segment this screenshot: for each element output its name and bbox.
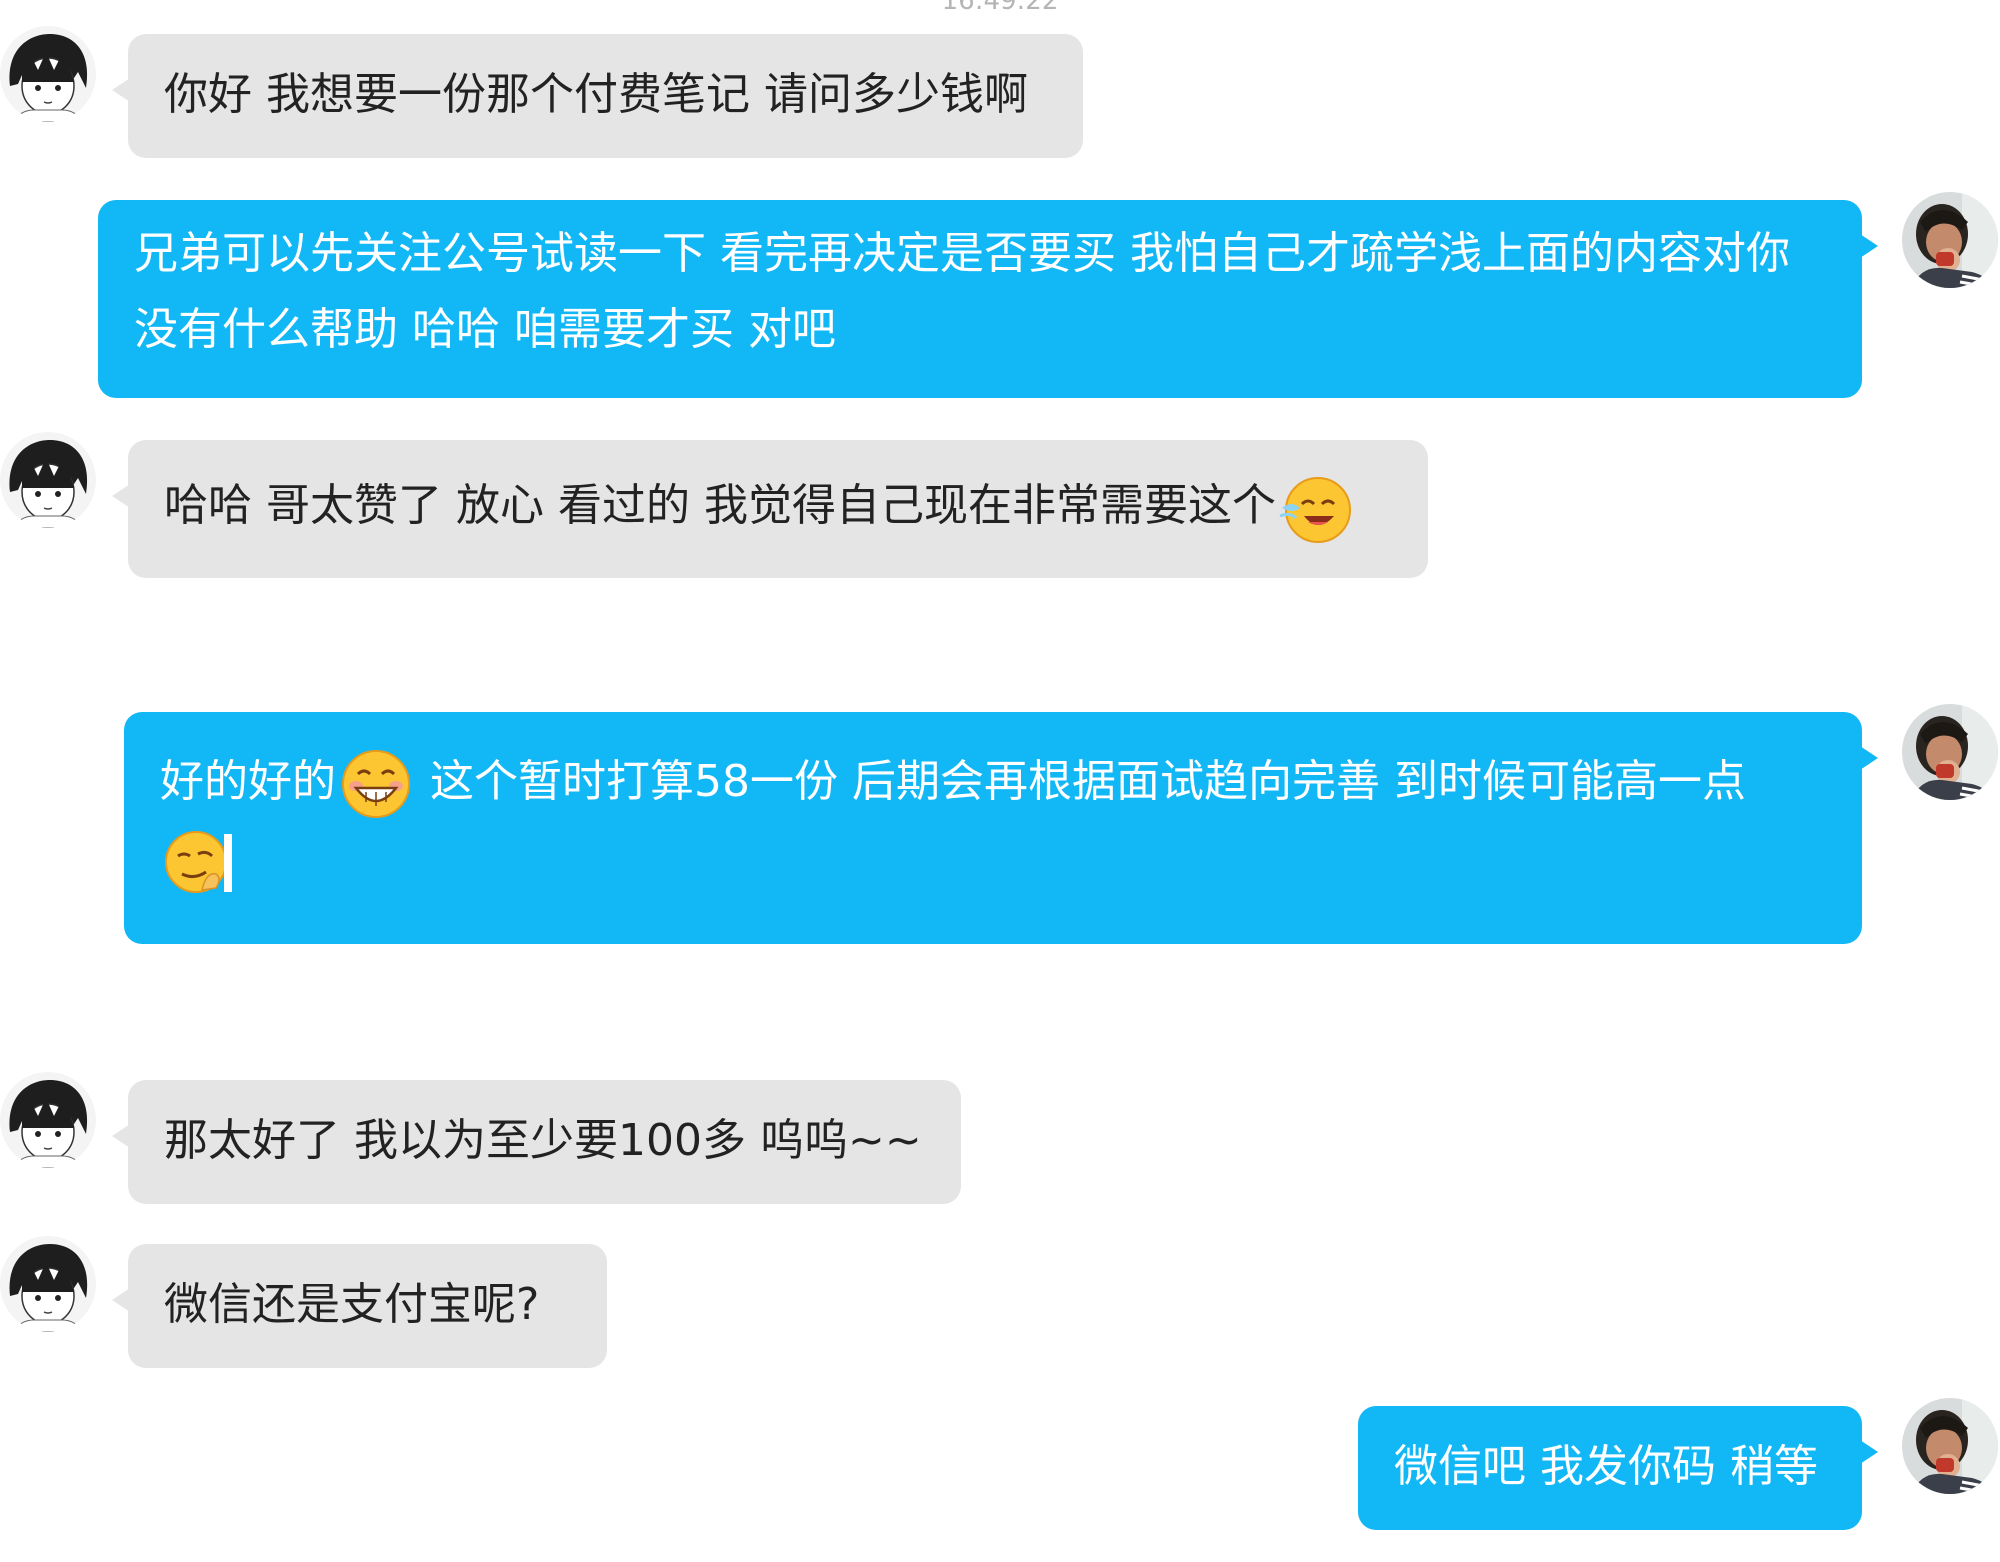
message-text: 好的好的 — [160, 756, 336, 807]
contact-avatar[interactable] — [0, 1072, 96, 1168]
message-text: 这个暂时打算58一份 后期会再根据面试趋向完善 到时候可能高一点 — [416, 756, 1746, 807]
laugh-cry-emoji-icon — [1278, 470, 1354, 546]
incoming-message-bubble[interactable]: 你好 我想要一份那个付费笔记 请问多少钱啊 — [112, 34, 1083, 158]
contact-avatar[interactable] — [0, 432, 96, 528]
outgoing-message-bubble[interactable]: 好的好的 这个暂时打算58一份 后期会再根据面试趋向完善 到时候可能高一点 — [124, 712, 1878, 944]
self-avatar[interactable] — [1902, 192, 1998, 288]
contact-avatar[interactable] — [0, 26, 96, 122]
contact-avatar-image — [0, 1072, 96, 1168]
self-avatar[interactable] — [1902, 1398, 1998, 1494]
incoming-message-bubble[interactable]: 微信还是支付宝呢? — [112, 1244, 607, 1368]
contact-avatar-image — [0, 1236, 96, 1332]
message-text: 你好 我想要一份那个付费笔记 请问多少钱啊 — [164, 69, 1028, 120]
contact-avatar-image — [0, 432, 96, 528]
message-text: 哈哈 哥太赞了 放心 看过的 我觉得自己现在非常需要这个 — [164, 480, 1276, 531]
self-avatar-image — [1902, 192, 1998, 288]
message-text: 那太好了 我以为至少要100多 呜呜~~ — [164, 1115, 922, 1166]
grin-emoji-icon — [338, 746, 414, 822]
self-avatar[interactable] — [1902, 704, 1998, 800]
incoming-message-bubble[interactable]: 那太好了 我以为至少要100多 呜呜~~ — [112, 1080, 961, 1204]
message-text: 微信吧 我发你码 稍等 — [1394, 1441, 1818, 1492]
message-text-line: 没有什么帮助 哈哈 咱需要才买 对吧 — [134, 304, 836, 355]
contact-avatar[interactable] — [0, 1236, 96, 1332]
contact-avatar-image — [0, 26, 96, 122]
message-timestamp: 16:49:22 — [941, 0, 1059, 16]
outgoing-message-bubble[interactable]: 兄弟可以先关注公号试读一下 看完再决定是否要买 我怕自己才疏学浅上面的内容对你 … — [98, 200, 1878, 398]
self-avatar-image — [1902, 704, 1998, 800]
outgoing-message-bubble[interactable]: 微信吧 我发你码 稍等 — [1358, 1406, 1878, 1530]
message-text-line: 兄弟可以先关注公号试读一下 看完再决定是否要买 我怕自己才疏学浅上面的内容对你 — [134, 228, 1790, 279]
incoming-message-bubble[interactable]: 哈哈 哥太赞了 放心 看过的 我觉得自己现在非常需要这个 — [112, 440, 1428, 578]
message-text-line — [160, 822, 1826, 900]
message-text-line: 好的好的 这个暂时打算58一份 后期会再根据面试趋向完善 到时候可能高一点 — [160, 744, 1826, 822]
self-avatar-image — [1902, 1398, 1998, 1494]
message-text: 微信还是支付宝呢? — [164, 1279, 540, 1330]
smirk-hand-emoji-icon — [162, 824, 238, 900]
